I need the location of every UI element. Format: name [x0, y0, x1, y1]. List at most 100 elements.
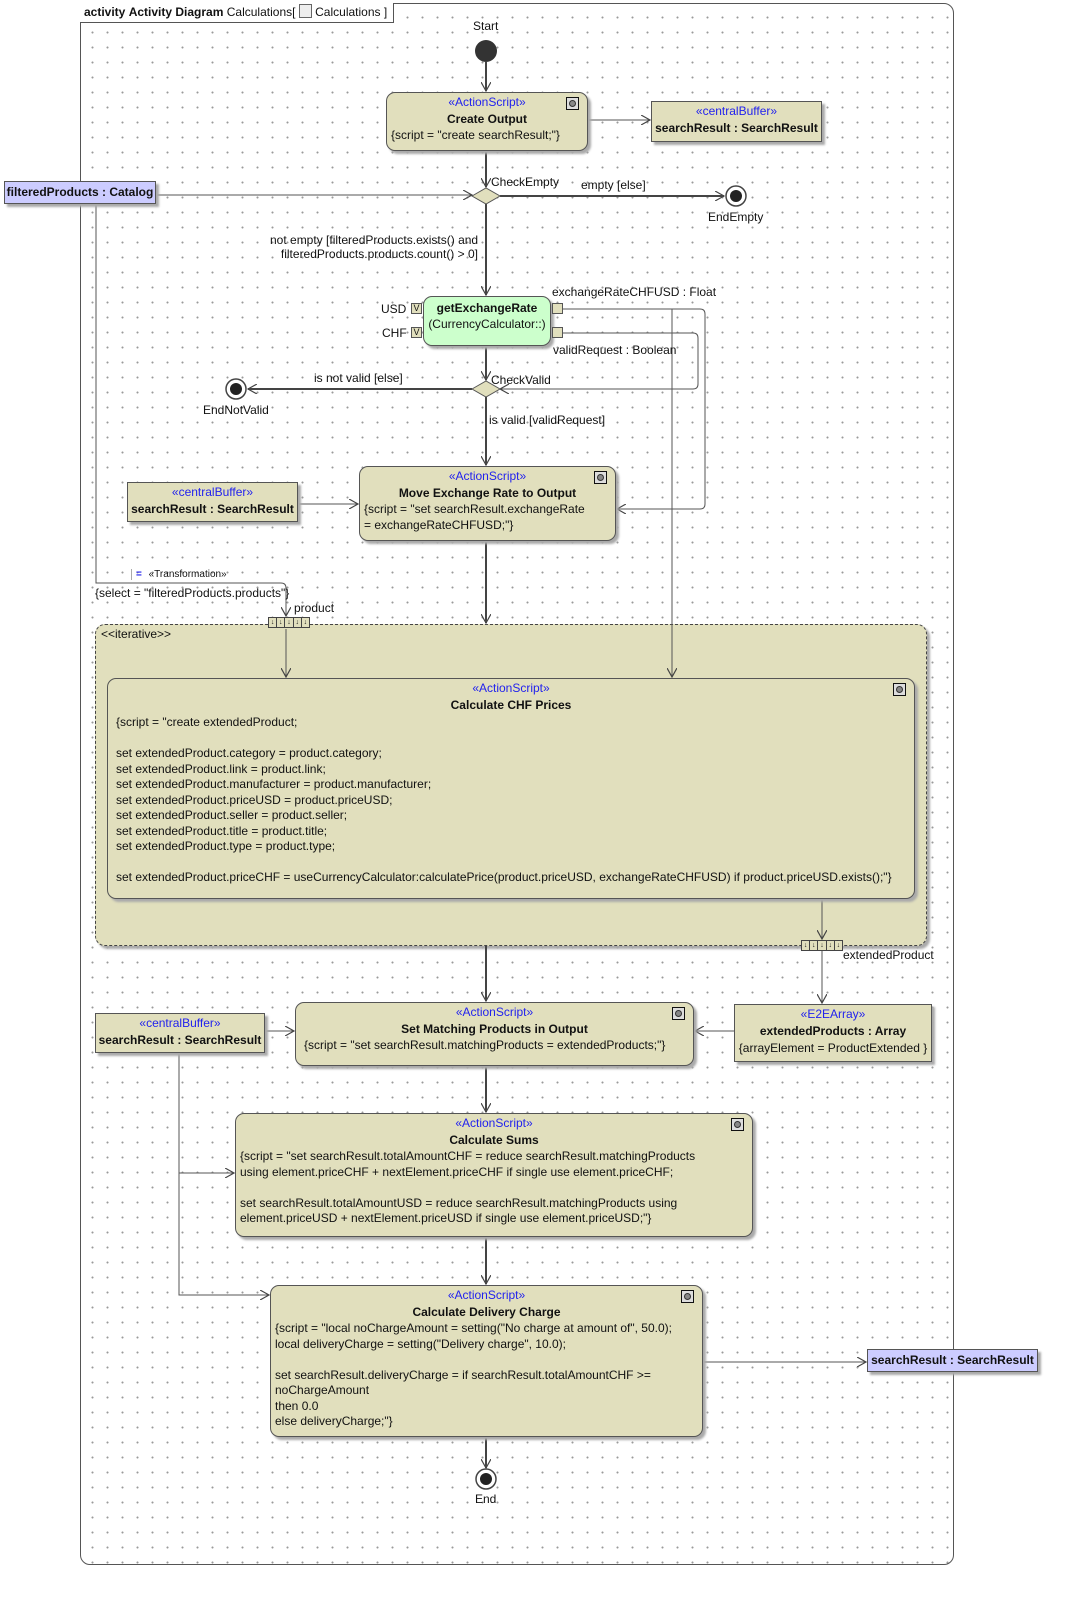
script-line: else deliveryCharge;"} [275, 1414, 393, 1428]
input-pin-usd[interactable]: V [411, 303, 422, 314]
pin-label-exchange-rate: exchangeRateCHFUSD : Float [552, 285, 717, 299]
action-script: {script = "create extendedProduct; set e… [108, 715, 914, 886]
central-buffer-search-result-1[interactable]: «centralBuffer» searchResult : SearchRes… [651, 101, 822, 142]
stereotype: «E2EArray» [800, 1007, 866, 1021]
script-line [271, 1352, 702, 1368]
buffer-name: searchResult : SearchResult [98, 1033, 262, 1047]
script-line: set extendedProduct.type = product.type; [116, 839, 336, 853]
output-pin-exchange-rate[interactable] [552, 303, 563, 314]
gear-icon [672, 1007, 685, 1020]
input-expansion-node[interactable]: ↓ ↓ ↓ ↓ ↓ [268, 617, 310, 628]
central-buffer-search-result-3[interactable]: «centralBuffer» searchResult : SearchRes… [95, 1013, 265, 1053]
action-calculate-chf-prices[interactable]: «ActionScript» Calculate CHF Prices {scr… [107, 678, 915, 899]
script-line: = exchangeRateCHFUSD;"} [364, 517, 514, 532]
script-line [236, 1180, 752, 1196]
notvalid-guard: is not valid [else] [314, 371, 403, 385]
script-line: using element.priceCHF + nextElement.pri… [240, 1164, 674, 1179]
script-line: element.priceUSD + nextElement.priceUSD … [240, 1211, 652, 1225]
equals-icon: = [131, 569, 146, 580]
stereotype: «ActionScript» [447, 1288, 526, 1302]
stereotype: «ActionScript» [448, 469, 527, 483]
action-owner: (CurrencyCalculator::) [428, 317, 546, 331]
decision-checkempty [470, 187, 502, 205]
e2e-array-extended-products[interactable]: «E2EArray» extendedProducts : Array {arr… [734, 1004, 932, 1062]
action-script: {script = "set searchResult.matchingProd… [304, 1038, 666, 1052]
gear-icon [681, 1290, 694, 1303]
final-node-end [475, 1468, 497, 1490]
central-buffer-search-result-2[interactable]: «centralBuffer» searchResult : SearchRes… [127, 482, 298, 522]
output-expansion-node[interactable]: ↓ ↓ ↓ ↓ ↓ [801, 940, 843, 951]
initial-node [475, 40, 497, 62]
endnotvalid-label: EndNotValid [203, 403, 269, 417]
script-line: set extendedProduct.priceUSD = product.p… [116, 792, 393, 807]
buffer-name: searchResult : SearchResult [131, 502, 294, 516]
script-line [112, 731, 914, 747]
action-move-exchange-rate[interactable]: «ActionScript» Move Exchange Rate to Out… [359, 466, 616, 541]
script-line: set searchResult.deliveryCharge = if sea… [275, 1367, 651, 1382]
script-line: noChargeAmount [275, 1383, 370, 1397]
pin-label-chf: CHF [382, 326, 407, 340]
object-name: extendedProducts : Array [759, 1024, 907, 1038]
action-create-output[interactable]: «ActionScript» Create Output {script = "… [386, 92, 588, 151]
guard-line: filteredProducts.products.count() > 0] [280, 247, 478, 261]
script-line: set extendedProduct.title = product.titl… [116, 823, 328, 838]
action-title: Move Exchange Rate to Output [398, 486, 577, 500]
script-line: {script = "set searchResult.totalAmountC… [240, 1149, 696, 1163]
stereotype: «ActionScript» [448, 95, 526, 109]
gear-icon [893, 683, 906, 696]
gear-icon [594, 471, 607, 484]
stereotype: «centralBuffer» [139, 1016, 221, 1030]
input-pin-chf[interactable]: V [411, 327, 422, 338]
call-action-get-exchange-rate[interactable]: getExchangeRate (CurrencyCalculator::) [423, 296, 551, 346]
object-tag: {arrayElement = ProductExtended } [738, 1041, 928, 1055]
valid-guard: is valid [validRequest] [489, 413, 606, 427]
buffer-name: searchResult : SearchResult [655, 121, 818, 135]
final-node-endnotvalid [225, 378, 247, 400]
script-line: set extendedProduct.link = product.link; [116, 761, 326, 776]
action-title: getExchangeRate [436, 301, 538, 315]
checkvalid-label: CheckValid [491, 373, 551, 387]
script-line: {script = "local noChargeAmount = settin… [275, 1321, 672, 1335]
script-line: local deliveryCharge = setting("Delivery… [275, 1336, 566, 1351]
script-line: set extendedProduct.priceCHF = useCurren… [116, 870, 892, 884]
script-line: set extendedProduct.category = product.c… [116, 746, 382, 760]
input-expansion-label: product [294, 601, 335, 615]
stereotype: «ActionScript» [455, 1116, 533, 1130]
stereotype: «ActionScript» [455, 1005, 534, 1019]
notempty-guard: not empty [filteredProducts.exists() and… [270, 233, 478, 261]
stereotype-text: «Transformation» [148, 569, 227, 580]
action-title: Create Output [446, 112, 527, 126]
parameter-search-result-out[interactable]: searchResult : SearchResult [867, 1349, 1038, 1372]
action-script: {script = "create searchResult;"} [391, 128, 560, 142]
transformation-select: {select = "filteredProducts.products"} [95, 586, 290, 600]
final-node-endempty [725, 185, 747, 207]
action-calculate-delivery-charge[interactable]: «ActionScript» Calculate Delivery Charge… [270, 1285, 703, 1437]
script-line: {script = "create extendedProduct; [116, 715, 298, 729]
action-title: Calculate CHF Prices [450, 698, 572, 712]
stereotype: «centralBuffer» [695, 104, 778, 118]
script-line: set extendedProduct.seller = product.sel… [116, 808, 348, 822]
script-line: then 0.0 [275, 1398, 319, 1413]
stereotype: «centralBuffer» [171, 485, 254, 499]
action-title: Set Matching Products in Output [401, 1022, 588, 1036]
gear-icon [566, 97, 579, 110]
action-title: Calculate Sums [449, 1133, 539, 1147]
script-line: {script = "set searchResult.exchangeRate [364, 502, 585, 516]
action-set-matching-products[interactable]: «ActionScript» Set Matching Products in … [295, 1002, 694, 1066]
empty-guard: empty [else] [581, 178, 646, 192]
parameter-filtered-products[interactable]: filteredProducts : Catalog [4, 181, 156, 204]
action-title: Calculate Delivery Charge [412, 1305, 561, 1319]
stereotype: «ActionScript» [472, 681, 550, 695]
action-calculate-sums[interactable]: «ActionScript» Calculate Sums {script = … [235, 1113, 753, 1237]
output-expansion-label: extendedProduct [843, 948, 934, 962]
objflow-buffer3-sums [178, 1053, 234, 1173]
checkempty-label: CheckEmpty [491, 175, 560, 189]
pin-label-usd: USD [381, 302, 407, 316]
gear-icon [731, 1118, 744, 1131]
endempty-label: EndEmpty [708, 210, 764, 224]
transformation-stereotype: = «Transformation» [131, 568, 227, 582]
end-label: End [475, 1492, 497, 1506]
script-line: set searchResult.totalAmountUSD = reduce… [240, 1195, 678, 1210]
pin-label-valid-request: validRequest : Boolean [553, 343, 677, 357]
output-pin-valid-request[interactable] [552, 327, 563, 338]
